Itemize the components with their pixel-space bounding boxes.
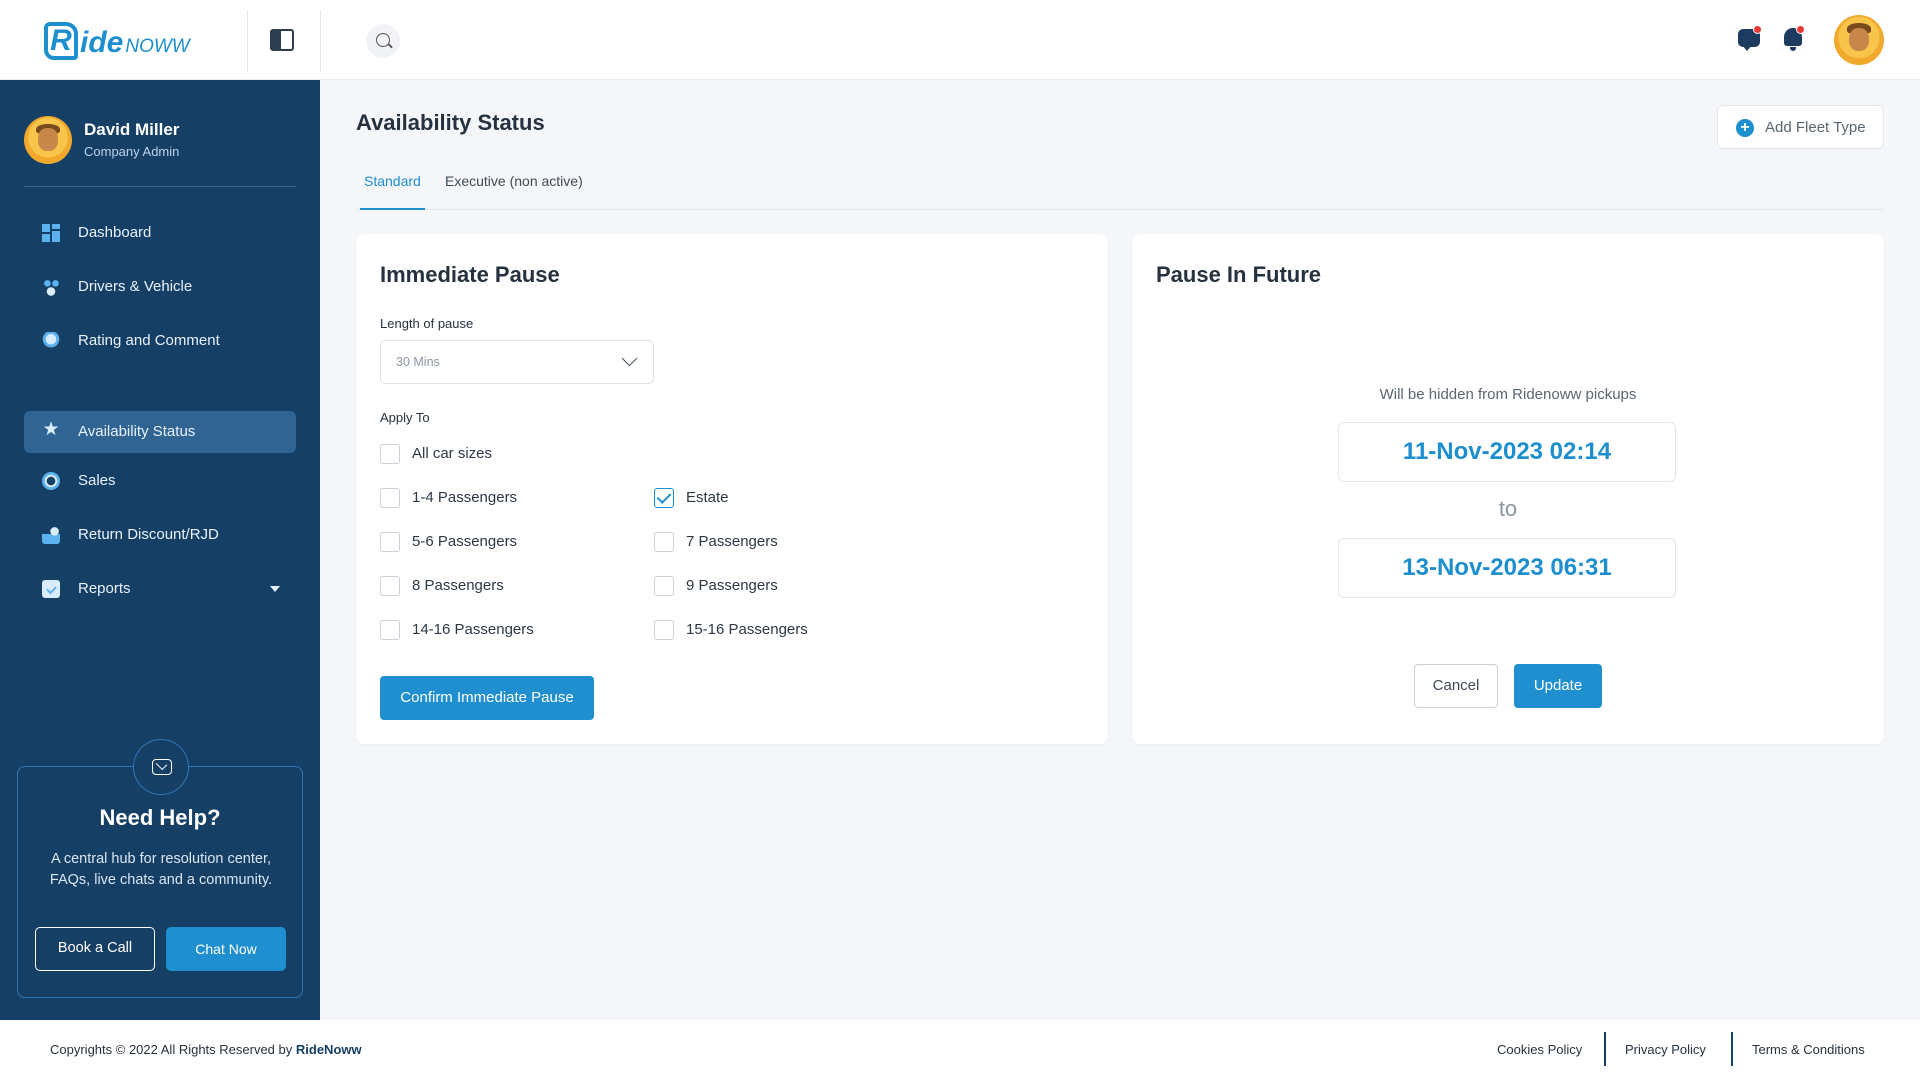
help-title: Need Help? — [99, 805, 221, 830]
checkbox-label: 9 Passengers — [686, 577, 778, 594]
avatar-face — [38, 128, 58, 151]
fleet-tabs: Standard Executive (non active) — [356, 165, 1884, 210]
checkbox-label: 1-4 Passengers — [412, 489, 518, 506]
confirm-immediate-pause-button[interactable]: Confirm Immediate Pause — [380, 676, 594, 720]
add-fleet-type-label: Add Fleet Type — [1765, 119, 1866, 136]
sidebar-item-rating-comment[interactable]: Rating and Comment — [24, 320, 296, 362]
update-button[interactable]: Update — [1514, 664, 1602, 708]
apply-to-label: Apply To — [380, 410, 430, 425]
sidebar-item-availability-status[interactable]: ★ Availability Status — [24, 411, 296, 453]
checkbox-9-passengers[interactable] — [654, 576, 674, 596]
sidebar-item-label: Return Discount/RJD — [78, 526, 219, 543]
book-call-button[interactable]: Book a Call — [35, 927, 155, 971]
footer-divider — [1731, 1032, 1733, 1066]
footer: Copyrights © 2022 All Rights Reserved by… — [0, 1020, 1920, 1080]
pause-in-future-title: Pause In Future — [1156, 262, 1322, 287]
checkbox-label: 15-16 Passengers — [686, 621, 808, 638]
logo-r-mark: R — [44, 22, 78, 60]
pause-in-future-card: Pause In Future Will be hidden from Ride… — [1132, 234, 1884, 744]
plus-icon: + — [1736, 119, 1754, 137]
avatar-face — [1849, 28, 1869, 51]
checkbox-label: 5-6 Passengers — [412, 533, 518, 550]
pause-from-datetime[interactable]: 11-Nov-2023 02:14 — [1338, 422, 1676, 482]
terms-conditions-link[interactable]: Terms & Conditions — [1752, 1042, 1865, 1057]
sidebar-item-label: Sales — [78, 472, 116, 489]
checkbox-7-passengers[interactable] — [654, 532, 674, 552]
chat-now-button[interactable]: Chat Now — [166, 927, 286, 971]
pause-to-datetime[interactable]: 13-Nov-2023 06:31 — [1338, 538, 1676, 598]
top-header: R ide NOWW — [0, 0, 1920, 80]
checkbox-label: 8 Passengers — [412, 577, 504, 594]
logo-noww-text: NOWW — [125, 36, 190, 57]
star-icon: ★ — [42, 419, 60, 440]
sidebar-item-reports[interactable]: Reports — [24, 568, 296, 610]
header-avatar[interactable] — [1834, 15, 1884, 65]
rating-icon — [42, 332, 60, 350]
sidebar-avatar[interactable] — [24, 116, 72, 164]
mail-icon — [152, 759, 172, 775]
sidebar-item-label: Reports — [78, 580, 131, 597]
search-icon[interactable] — [366, 24, 400, 58]
checkbox-5-6-passengers[interactable] — [380, 532, 400, 552]
immediate-pause-title: Immediate Pause — [380, 262, 560, 287]
checkbox-1-4-passengers[interactable] — [380, 488, 400, 508]
sidebar: David Miller Company Admin Dashboard Dri… — [0, 80, 320, 1020]
copyright-prefix: Copyrights © 2022 All Rights Reserved by — [50, 1042, 293, 1057]
copyright-brand: RideNoww — [295, 1042, 362, 1057]
ridenoww-logo[interactable]: R ide NOWW — [44, 22, 190, 60]
help-mail-badge — [133, 739, 189, 795]
checkbox-label: 7 Passengers — [686, 533, 778, 550]
bell-icon[interactable] — [1784, 25, 1805, 51]
help-text: A central hub for resolution center, FAQ… — [49, 851, 273, 888]
sidebar-item-label: Availability Status — [78, 423, 196, 440]
cancel-button[interactable]: Cancel — [1414, 664, 1498, 708]
length-of-pause-select[interactable]: 30 Mins — [380, 340, 654, 384]
checkbox-label: 14-16 Passengers — [412, 621, 534, 638]
sidebar-item-label: Drivers & Vehicle — [78, 278, 193, 295]
checkbox-estate[interactable] — [654, 488, 674, 508]
user-role: Company Admin — [84, 144, 180, 159]
privacy-policy-link[interactable]: Privacy Policy — [1625, 1042, 1706, 1057]
immediate-pause-card: Immediate Pause Length of pause 30 Mins … — [356, 234, 1108, 744]
sidebar-item-return-discount[interactable]: Return Discount/RJD — [24, 514, 296, 556]
future-note: Will be hidden from Ridenoww pickups — [1379, 386, 1637, 403]
copyright-text: Copyrights © 2022 All Rights Reserved by… — [50, 1042, 362, 1057]
tab-executive[interactable]: Executive (non active) — [445, 173, 583, 210]
drivers-icon — [42, 278, 60, 296]
checkbox-8-passengers[interactable] — [380, 576, 400, 596]
chevron-down-icon — [621, 350, 638, 367]
logo-text: ide — [80, 26, 124, 59]
length-of-pause-label: Length of pause — [380, 316, 474, 331]
footer-divider — [1604, 1032, 1606, 1066]
help-box: Need Help? A central hub for resolution … — [17, 739, 303, 998]
checkbox-15-16-passengers[interactable] — [654, 620, 674, 640]
sales-icon — [42, 472, 60, 490]
return-discount-icon — [42, 526, 60, 544]
sidebar-item-dashboard[interactable]: Dashboard — [24, 212, 296, 254]
sidebar-item-drivers-vehicle[interactable]: Drivers & Vehicle — [24, 266, 296, 308]
checkbox-14-16-passengers[interactable] — [380, 620, 400, 640]
page-title: Availability Status — [356, 110, 545, 135]
sidebar-toggle-icon[interactable] — [270, 29, 294, 51]
sidebar-item-sales[interactable]: Sales — [24, 460, 296, 502]
to-label: to — [1498, 496, 1518, 521]
header-divider — [247, 10, 248, 72]
add-fleet-type-button[interactable]: + Add Fleet Type — [1717, 105, 1884, 149]
checkbox-label: All car sizes — [412, 445, 493, 462]
checkbox-all-car-sizes[interactable] — [380, 444, 400, 464]
user-name: David Miller — [84, 120, 180, 139]
reports-icon — [42, 580, 60, 598]
cookies-policy-link[interactable]: Cookies Policy — [1497, 1042, 1582, 1057]
chevron-down-icon[interactable] — [270, 586, 280, 592]
sidebar-divider — [24, 186, 296, 187]
tab-standard[interactable]: Standard — [360, 173, 425, 210]
header-divider — [320, 10, 321, 72]
sidebar-item-label: Dashboard — [78, 224, 152, 241]
chat-icon-tail — [1742, 45, 1752, 51]
sidebar-item-label: Rating and Comment — [78, 332, 220, 349]
checkbox-label: Estate — [686, 489, 729, 506]
length-of-pause-value: 30 Mins — [396, 355, 440, 369]
dashboard-icon — [42, 224, 60, 242]
